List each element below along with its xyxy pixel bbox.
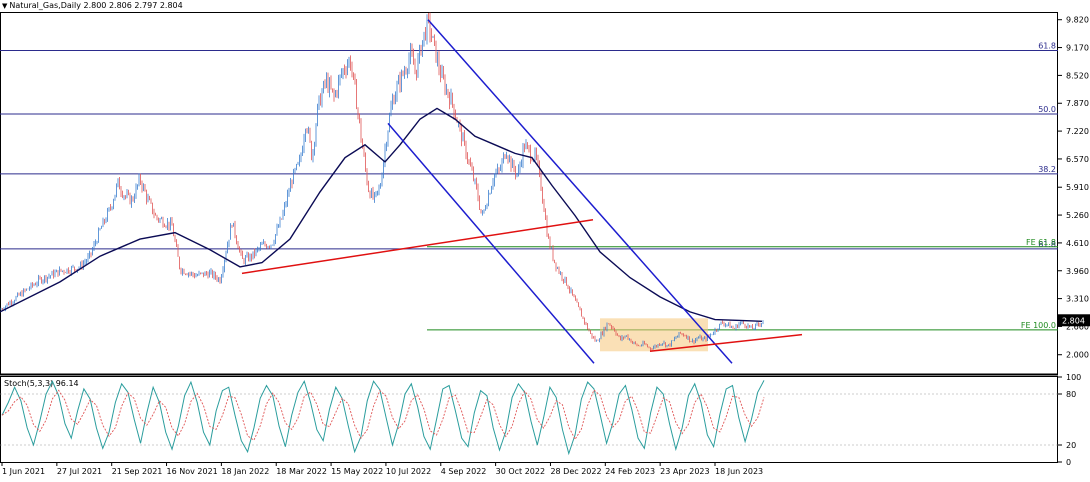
price-tick-label: 3.310 [1066, 295, 1089, 304]
chart-header-text: Natural_Gas,Daily 2.800 2.806 2.797 2.80… [9, 1, 183, 10]
time-tick-label: 18 Jan 2022 [221, 467, 269, 476]
fib-level-label: 38.2 [1038, 165, 1056, 174]
fe-level-label: FE 100.0 [1021, 321, 1056, 330]
stoch-tick-label: 0 [1066, 458, 1071, 467]
moving-average-line [0, 107, 763, 323]
time-tick-label: 18 Mar 2022 [276, 467, 327, 476]
time-tick-label: 4 Sep 2022 [441, 467, 487, 476]
fib-level-label: 50.0 [1038, 105, 1056, 114]
chart: ▼ Natural_Gas,Daily 2.800 2.806 2.797 2.8… [0, 0, 1090, 478]
stoch-signal-line [1, 389, 765, 441]
time-tick-label: 10 Jul 2022 [386, 467, 431, 476]
fe-level-label: FE 61.8 [1026, 238, 1056, 247]
price-panel-frame [0, 12, 1058, 375]
symbol-dropdown-icon[interactable]: ▼ [2, 2, 7, 10]
stoch-tick-label: 80 [1066, 390, 1076, 399]
stoch-panel-frame [0, 376, 1058, 463]
price-tick-label: 6.570 [1066, 155, 1089, 164]
time-tick-label: 23 Apr 2023 [660, 467, 709, 476]
price-tick-label: 3.960 [1066, 267, 1089, 276]
stoch-tick-label: 100 [1066, 373, 1081, 382]
price-tick-label: 7.870 [1066, 99, 1089, 108]
time-tick-label: 30 Oct 2022 [496, 467, 545, 476]
time-tick-label: 28 Dec 2022 [550, 467, 601, 476]
price-tick-label: 4.610 [1066, 239, 1089, 248]
stoch-main-line [1, 379, 765, 456]
price-tick-label: 7.220 [1066, 127, 1089, 136]
time-tick-label: 15 May 2022 [331, 467, 383, 476]
time-tick-label: 18 Jun 2023 [715, 467, 763, 476]
price-tick-label: 5.260 [1066, 211, 1089, 220]
stoch-label: Stoch(5,3,3) 96.14 [4, 379, 79, 388]
fib-level-label: 61.8 [1038, 42, 1056, 51]
last-price-label: 2.804 [1062, 316, 1085, 325]
price-tick-label: 9.170 [1066, 44, 1089, 53]
price-tick-label: 8.520 [1066, 71, 1089, 80]
time-tick-label: 24 Feb 2023 [605, 467, 655, 476]
time-tick-label: 21 Sep 2021 [112, 467, 163, 476]
chart-header: ▼ Natural_Gas,Daily 2.800 2.806 2.797 2.8… [2, 1, 183, 11]
trendline-blue [427, 19, 733, 364]
trendline-blue [387, 122, 595, 364]
chart-svg: 9.820 9.170 8.520 7.870 7.220 6.570 5.910 5.260… [0, 12, 1090, 476]
time-tick-label: 16 Nov 2021 [167, 467, 218, 476]
price-tick-label: 5.910 [1066, 183, 1089, 192]
price-tick-label: 2.000 [1066, 351, 1089, 360]
stoch-tick-label: 20 [1066, 441, 1076, 450]
price-tick-label: 9.820 [1066, 16, 1089, 25]
time-tick-label: 27 Jul 2021 [57, 467, 102, 476]
time-tick-label: 1 Jun 2021 [2, 467, 45, 476]
